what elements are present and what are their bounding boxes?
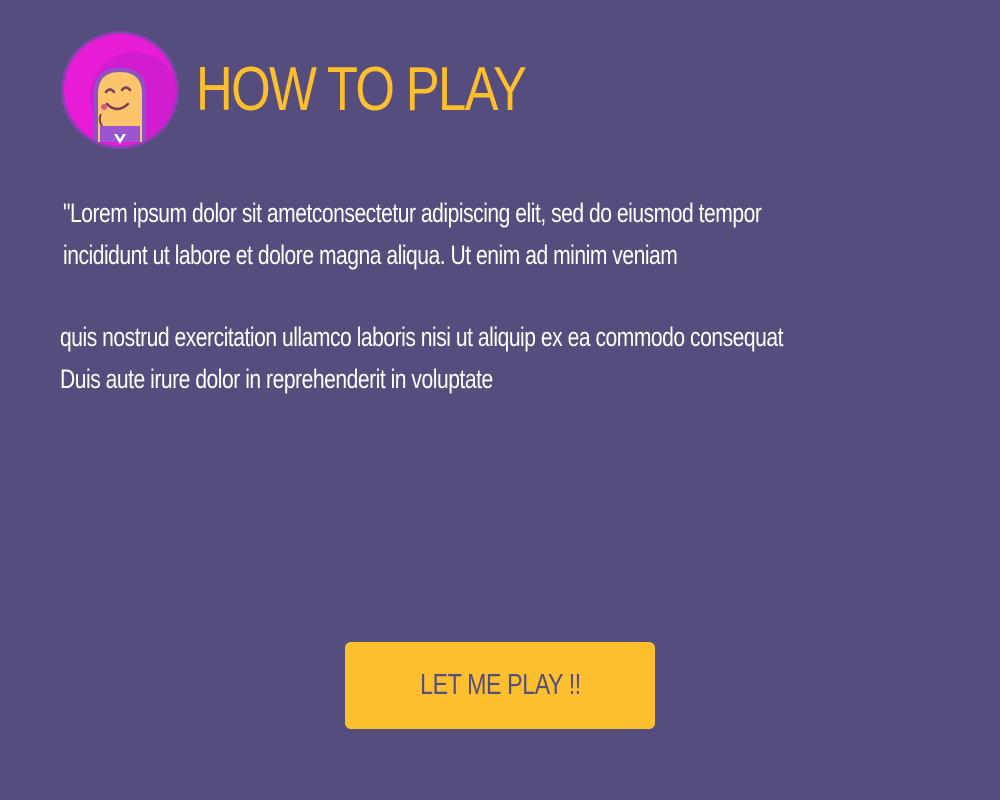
instructions-paragraph-2: quis nostrud exercitation ullamco labori… [60, 316, 783, 400]
instructions-paragraph-1: "Lorem ipsum dolor sit ametconsectetur a… [63, 192, 762, 276]
instructions-line: quis nostrud exercitation ullamco labori… [60, 322, 784, 352]
how-to-play-screen: HOW TO PLAY "Lorem ipsum dolor sit ametc… [0, 0, 1000, 800]
instructions-line: Duis aute irure dolor in reprehenderit i… [60, 364, 493, 394]
instructions-line: incididunt ut labore et dolore magna ali… [63, 240, 678, 270]
let-me-play-button[interactable]: LET ME PLAY !! [345, 642, 655, 729]
smiling-character-icon [61, 31, 179, 149]
instructions-line: "Lorem ipsum dolor sit ametconsectetur a… [63, 198, 762, 228]
page-title: HOW TO PLAY [196, 55, 527, 124]
play-button-label: LET ME PLAY !! [419, 669, 581, 701]
